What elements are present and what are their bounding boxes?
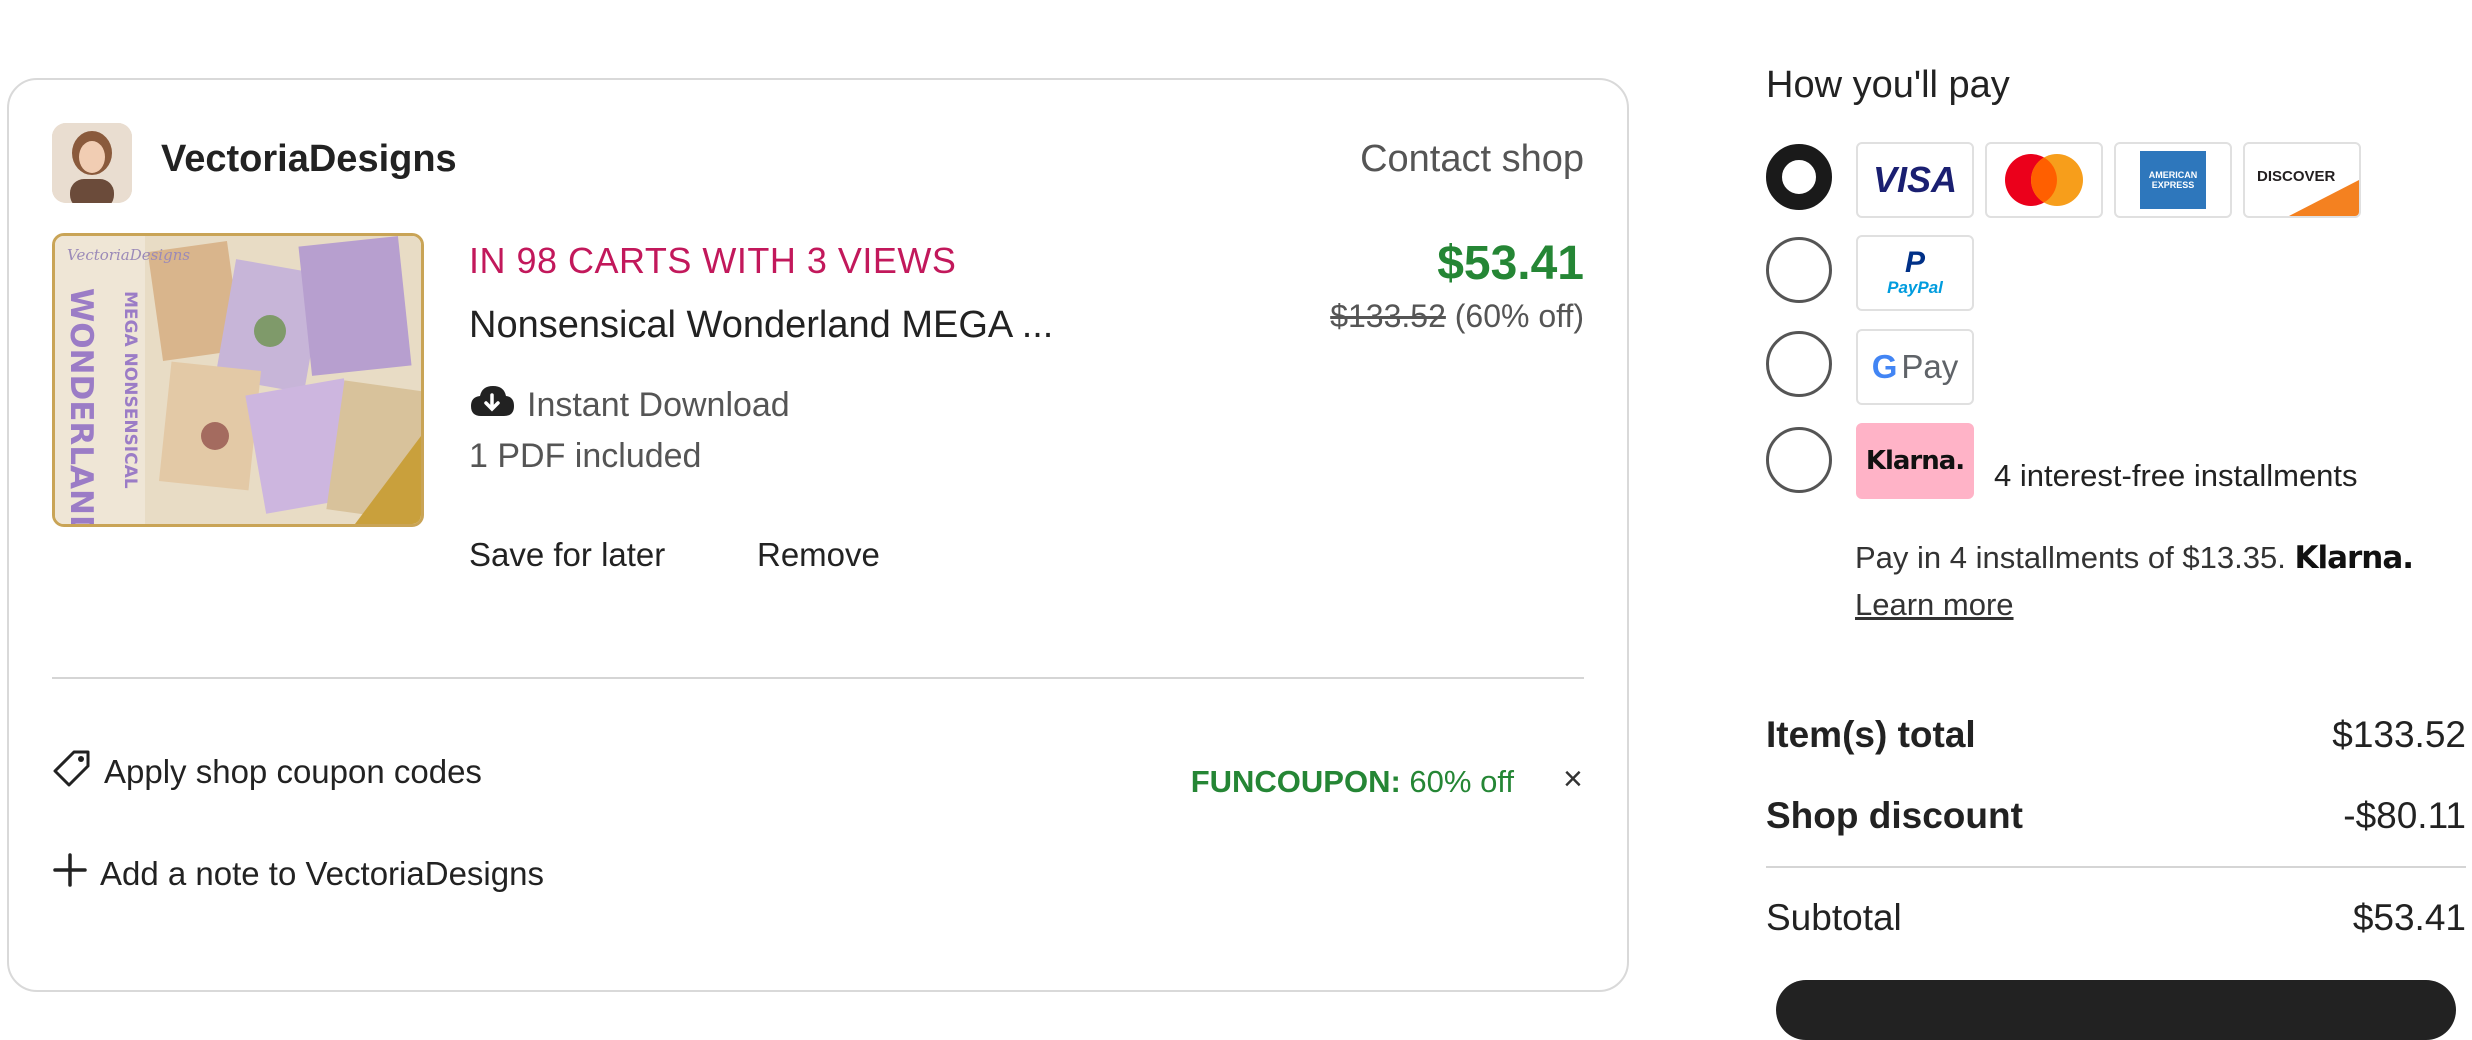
subtotal-label: Subtotal [1766,897,1902,938]
card-payment-radio[interactable] [1766,144,1832,210]
klarna-logo: Klarna. [1856,423,1974,499]
apply-coupon-label: Apply shop coupon codes [104,753,482,790]
remove-button[interactable]: Remove [757,536,880,574]
paypal-payment-radio[interactable] [1766,237,1832,303]
amex-logo-text: AMERICAN EXPRESS [2148,170,2198,190]
gpay-payment-radio[interactable] [1766,331,1832,397]
items-total-value: $133.52 [2332,714,2466,755]
original-price: $133.52 [1330,298,1446,334]
thumbnail-brand-text: VectoriaDesigns [67,246,190,264]
gpay-logo-text: Pay [1901,348,1959,385]
save-for-later-button[interactable]: Save for later [469,536,665,574]
tag-icon [52,748,92,796]
visa-logo-text: VISA [1872,159,1958,200]
klarna-payment-radio[interactable] [1766,427,1832,493]
contact-shop-link[interactable]: Contact shop [1360,138,1584,181]
pdf-count: 1 PDF included [469,437,702,475]
subtotal-value: $53.41 [2352,897,2466,938]
amex-logo: AMERICAN EXPRESS [2114,142,2232,218]
coupon-discount: 60% off [1409,764,1514,799]
applied-coupon: FUNCOUPON: 60% off [1191,764,1514,800]
thumbnail-title-text: WONDERLAND [63,288,99,524]
instant-download-row: Instant Download [469,384,790,427]
installments-text: Pay in 4 installments of $13.35. [1855,540,2286,575]
add-note-button[interactable]: Add a note to VectoriaDesigns [52,852,544,896]
original-price-row: $133.52 (60% off) [1330,298,1584,335]
shop-name-link[interactable]: VectoriaDesigns [161,138,457,181]
klarna-logo-text: Klarna. [1865,446,1965,476]
add-note-label: Add a note to VectoriaDesigns [100,855,544,892]
instant-download-label: Instant Download [527,386,790,424]
shop-discount-value: -$80.11 [2343,795,2466,836]
card-divider [52,677,1584,679]
shop-avatar[interactable] [52,123,132,203]
paypal-logo: P PayPal [1856,235,1974,311]
klarna-brand-text: Klarna. [2294,540,2414,576]
shop-discount-label: Shop discount [1766,795,2023,836]
product-thumbnail[interactable]: VectoriaDesigns MEGA NONSENSICAL WONDERL… [52,233,424,527]
learn-more-link[interactable]: Learn more [1855,587,2014,623]
paypal-logo-text: PayPal [1887,278,1943,297]
items-total-label: Item(s) total [1766,714,1976,755]
klarna-installments-note: 4 interest-free installments [1994,458,2358,493]
mastercard-logo [1985,142,2103,218]
item-price: $53.41 [1437,237,1584,290]
apply-coupon-button[interactable]: Apply shop coupon codes [52,748,482,796]
remove-coupon-button[interactable]: × [1563,760,1583,799]
checkout-button[interactable] [1776,980,2456,1040]
google-pay-logo: G Pay [1856,329,1974,405]
discount-percent: (60% off) [1454,298,1584,334]
payment-section-title: How you'll pay [1766,64,2010,106]
summary-divider [1766,866,2466,868]
visa-logo: VISA [1856,142,1974,218]
plus-icon [52,852,88,896]
carts-views-badge: IN 98 CARTS WITH 3 VIEWS [469,240,957,281]
klarna-installments-detail: Pay in 4 installments of $13.35. Klarna. [1855,540,2414,576]
cloud-download-icon [469,384,515,427]
product-title-link[interactable]: Nonsensical Wonderland MEGA ... [469,304,1053,347]
coupon-code: FUNCOUPON: [1190,764,1401,799]
discover-logo: DISCOVER [2243,142,2361,218]
thumbnail-subtitle-text: MEGA NONSENSICAL [120,291,140,489]
